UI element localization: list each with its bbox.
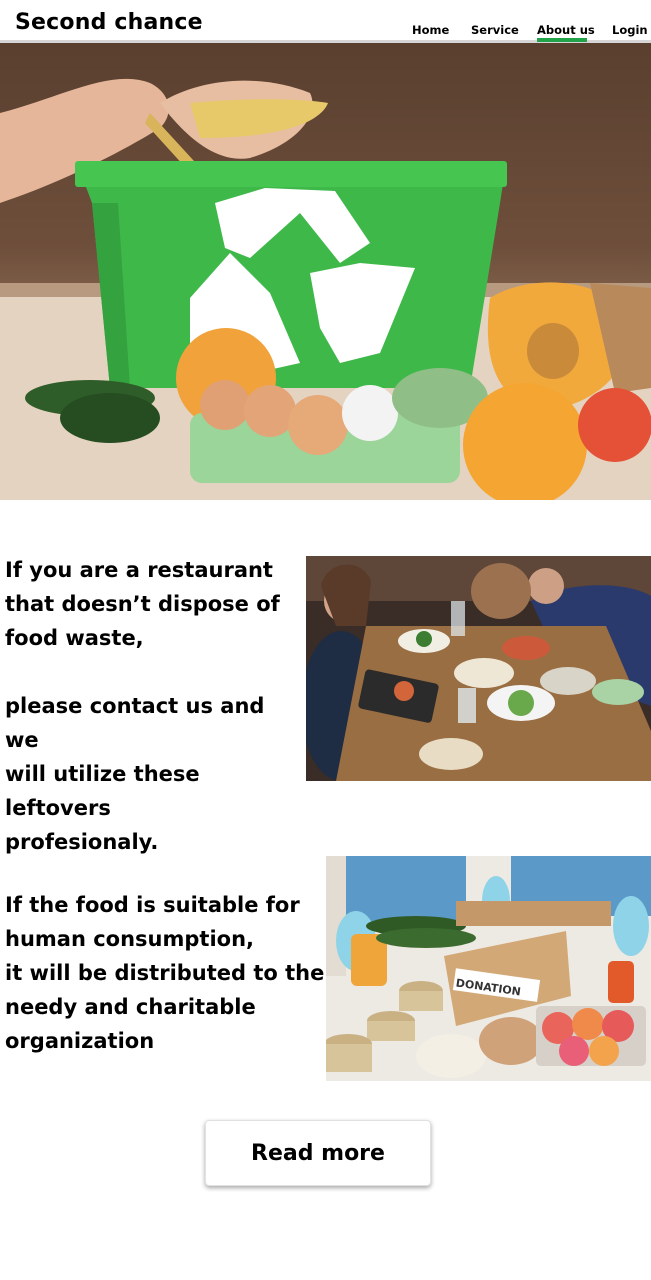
nav-service-link[interactable]: Service [471,23,519,37]
recycling-bin-illustration [0,78,651,500]
nav-active-indicator [537,38,587,42]
restaurant-info-text: If you are a restaurant that doesn’t dis… [5,558,280,854]
nav-login-link[interactable]: Login [612,23,648,37]
distribution-info-text: If the food is suitable for human consum… [5,893,325,1053]
nav-home-link[interactable]: Home [412,23,449,37]
hero-image [0,43,651,500]
restaurant-table-photo [306,556,651,781]
donation-box-photo: DONATION [326,856,651,1081]
nav-about-link[interactable]: About us [537,23,595,37]
brand-logo-text[interactable]: Second chance [15,10,203,35]
donation-box-illustration: DONATION [326,856,651,1081]
read-more-button[interactable]: Read more [205,1120,431,1186]
restaurant-table-illustration [306,556,651,781]
top-navbar: Second chance Home Service About us Logi… [0,0,651,43]
